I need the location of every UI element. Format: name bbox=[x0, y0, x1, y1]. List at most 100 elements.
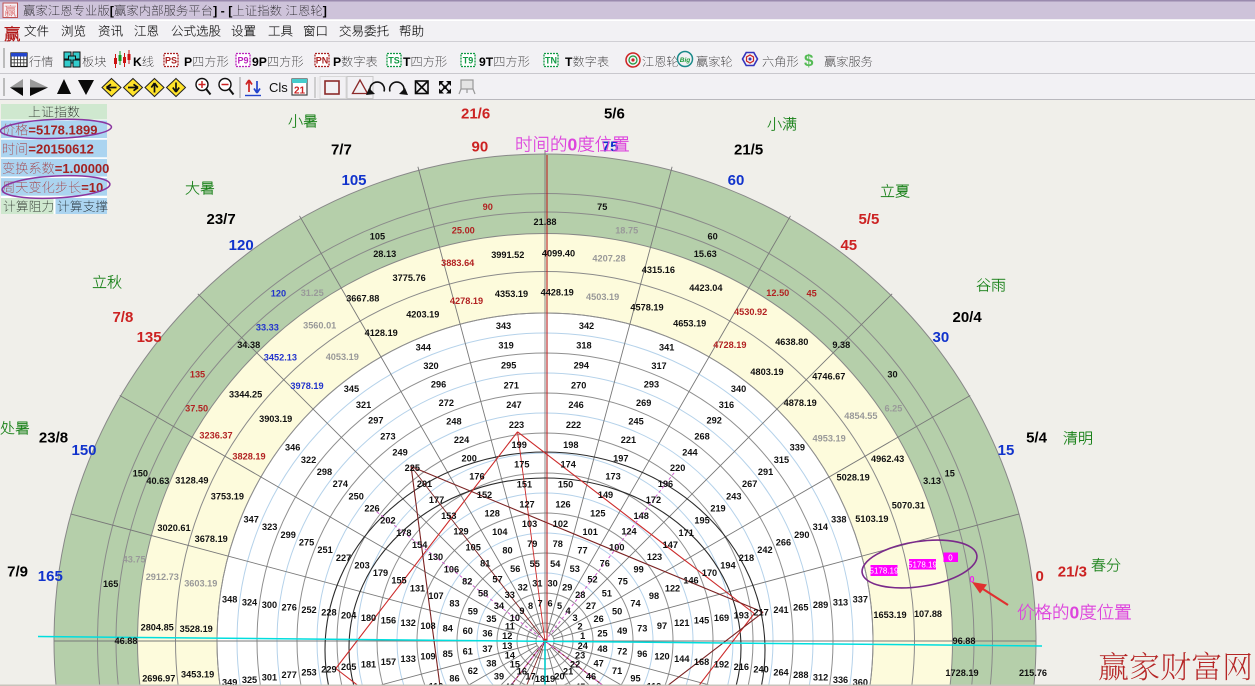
svg-text:3603.19: 3603.19 bbox=[184, 579, 217, 589]
svg-text:24: 24 bbox=[578, 641, 589, 651]
svg-text:P9: P9 bbox=[237, 56, 248, 66]
svg-text:3452.13: 3452.13 bbox=[264, 352, 297, 362]
svg-text:297: 297 bbox=[368, 416, 383, 426]
svg-text:152: 152 bbox=[477, 490, 492, 500]
svg-text:9.38: 9.38 bbox=[832, 340, 850, 350]
svg-text:25: 25 bbox=[597, 629, 607, 639]
svg-text:3775.76: 3775.76 bbox=[392, 273, 425, 283]
svg-text:244: 244 bbox=[682, 447, 698, 457]
svg-text:130: 130 bbox=[428, 552, 443, 562]
svg-text:347: 347 bbox=[244, 515, 259, 525]
svg-text:222: 222 bbox=[566, 420, 581, 430]
svg-text:T9: T9 bbox=[463, 56, 474, 66]
svg-text:Big: Big bbox=[680, 57, 691, 64]
svg-text:128: 128 bbox=[485, 509, 500, 519]
svg-text:62: 62 bbox=[468, 666, 478, 676]
svg-text:3560.01: 3560.01 bbox=[303, 320, 336, 330]
svg-text:4953.19: 4953.19 bbox=[812, 434, 845, 444]
svg-text:82: 82 bbox=[462, 577, 472, 587]
svg-text:200: 200 bbox=[462, 453, 477, 463]
svg-text:40.63: 40.63 bbox=[146, 476, 169, 486]
svg-text:107: 107 bbox=[428, 591, 443, 601]
svg-text:46: 46 bbox=[586, 672, 596, 682]
svg-text:228: 228 bbox=[321, 608, 336, 618]
svg-text:18.75: 18.75 bbox=[615, 225, 638, 235]
svg-text:291: 291 bbox=[758, 467, 773, 477]
svg-text:4878.19: 4878.19 bbox=[784, 398, 817, 408]
svg-text:12.50: 12.50 bbox=[766, 288, 789, 298]
svg-text:27: 27 bbox=[586, 601, 596, 611]
svg-text:144: 144 bbox=[674, 654, 690, 664]
svg-text:146: 146 bbox=[683, 576, 698, 586]
svg-text:3020.61: 3020.61 bbox=[157, 523, 190, 533]
svg-text:192: 192 bbox=[714, 659, 729, 669]
svg-text:23: 23 bbox=[575, 651, 585, 661]
svg-text:4854.55: 4854.55 bbox=[844, 411, 877, 421]
svg-text:90: 90 bbox=[483, 202, 493, 212]
svg-text:47: 47 bbox=[593, 658, 603, 668]
svg-text:PS: PS bbox=[165, 56, 177, 66]
svg-text:TS: TS bbox=[388, 56, 400, 66]
svg-text:273: 273 bbox=[380, 432, 395, 442]
svg-text:23/7: 23/7 bbox=[206, 211, 235, 228]
svg-text:170: 170 bbox=[702, 568, 717, 578]
svg-text:=20150612: =20150612 bbox=[28, 142, 93, 157]
svg-text:173: 173 bbox=[605, 472, 620, 482]
svg-text:71: 71 bbox=[612, 666, 622, 676]
svg-text:78: 78 bbox=[553, 539, 563, 549]
svg-text:135: 135 bbox=[190, 370, 205, 380]
svg-text:299: 299 bbox=[281, 530, 296, 540]
svg-text:4653.19: 4653.19 bbox=[673, 319, 706, 329]
svg-text:6: 6 bbox=[547, 599, 552, 609]
svg-text:321: 321 bbox=[356, 400, 371, 410]
svg-text:201: 201 bbox=[417, 479, 432, 489]
svg-text:TN: TN bbox=[545, 56, 557, 66]
svg-text:215.76: 215.76 bbox=[1019, 668, 1047, 678]
svg-text:4728.19: 4728.19 bbox=[713, 340, 746, 350]
svg-text:1653.19: 1653.19 bbox=[873, 610, 906, 620]
svg-text:100: 100 bbox=[609, 543, 624, 553]
svg-text:7/8: 7/8 bbox=[112, 309, 133, 326]
svg-text:227: 227 bbox=[336, 553, 351, 563]
svg-text:165: 165 bbox=[38, 568, 63, 585]
svg-text:33.33: 33.33 bbox=[256, 322, 279, 332]
svg-text:3128.49: 3128.49 bbox=[175, 475, 208, 485]
svg-text:96.88: 96.88 bbox=[953, 636, 976, 646]
svg-text:195: 195 bbox=[694, 516, 709, 526]
svg-text:199: 199 bbox=[512, 440, 527, 450]
svg-text:196: 196 bbox=[658, 479, 673, 489]
svg-text:5: 5 bbox=[557, 601, 562, 611]
svg-text:20/4: 20/4 bbox=[952, 309, 982, 326]
svg-text:3344.25: 3344.25 bbox=[229, 389, 262, 399]
svg-text:157: 157 bbox=[381, 657, 396, 667]
svg-text:314: 314 bbox=[813, 522, 829, 532]
svg-text:21/5: 21/5 bbox=[734, 142, 763, 159]
svg-text:122: 122 bbox=[665, 583, 680, 593]
svg-text:$: $ bbox=[804, 51, 814, 70]
svg-text:229: 229 bbox=[321, 665, 336, 675]
svg-text:35: 35 bbox=[486, 614, 496, 624]
svg-text:75: 75 bbox=[618, 577, 628, 587]
svg-text:266: 266 bbox=[776, 538, 791, 548]
svg-text:PN: PN bbox=[316, 56, 329, 66]
svg-text:131: 131 bbox=[410, 583, 425, 593]
svg-text:3978.19: 3978.19 bbox=[290, 381, 323, 391]
svg-text:337: 337 bbox=[853, 595, 868, 605]
svg-text:3883.64: 3883.64 bbox=[441, 258, 475, 268]
svg-text:49: 49 bbox=[617, 626, 627, 636]
svg-text:3991.52: 3991.52 bbox=[491, 250, 524, 260]
svg-text:295: 295 bbox=[501, 361, 516, 371]
svg-text:34.38: 34.38 bbox=[237, 340, 260, 350]
svg-text:120: 120 bbox=[654, 652, 669, 662]
svg-text:290: 290 bbox=[794, 530, 809, 540]
svg-text:4099.40: 4099.40 bbox=[542, 248, 575, 258]
svg-text:8: 8 bbox=[528, 601, 533, 611]
svg-text:149: 149 bbox=[598, 490, 613, 500]
svg-text:11: 11 bbox=[505, 622, 515, 632]
svg-text:80: 80 bbox=[502, 546, 512, 556]
svg-text:0: 0 bbox=[948, 554, 953, 563]
svg-text:108: 108 bbox=[420, 621, 435, 631]
svg-text:312: 312 bbox=[813, 673, 828, 683]
svg-text:36: 36 bbox=[482, 629, 492, 639]
svg-text:252: 252 bbox=[301, 605, 316, 615]
